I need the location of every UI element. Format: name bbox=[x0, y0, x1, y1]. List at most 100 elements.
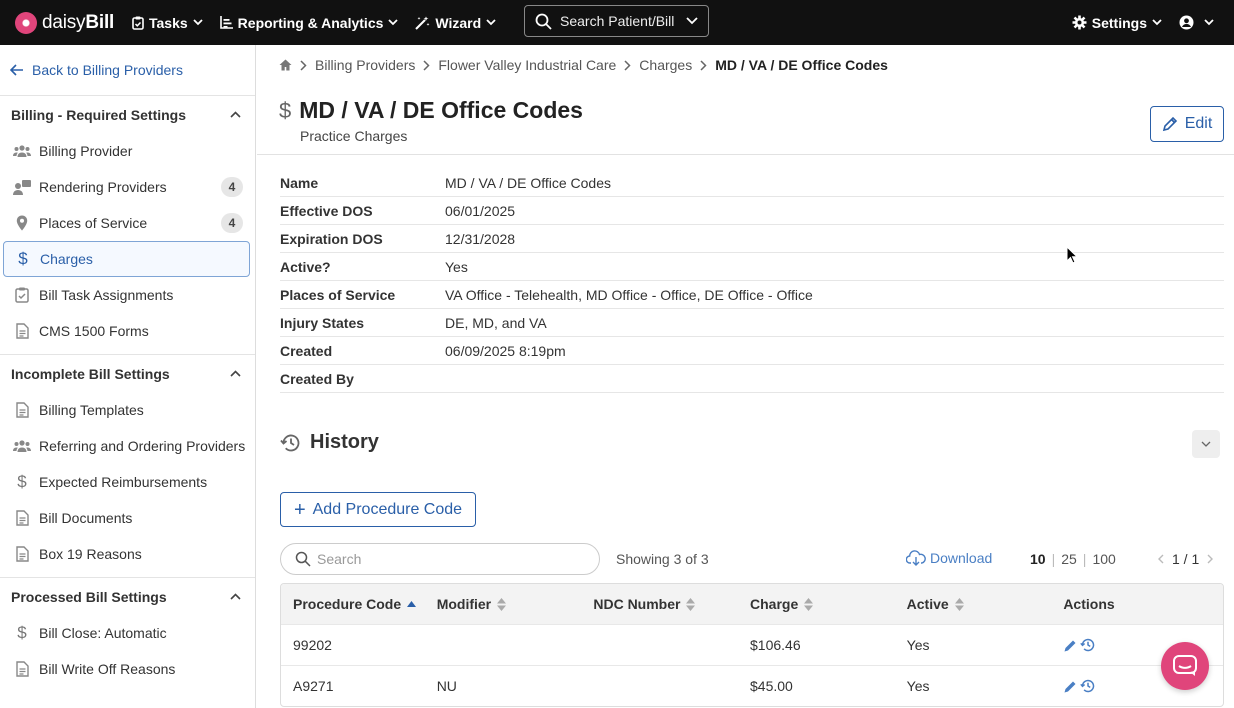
chevron-down-icon bbox=[486, 19, 496, 26]
chevron-right-icon bbox=[423, 59, 430, 71]
chevron-down-icon bbox=[1152, 19, 1162, 26]
add-procedure-code-button[interactable]: + Add Procedure Code bbox=[280, 492, 476, 527]
column-header-ndc-number[interactable]: NDC Number bbox=[593, 596, 750, 612]
sidebar-item-bill-task-assignments[interactable]: Bill Task Assignments bbox=[3, 277, 250, 313]
sidebar-item-bill-documents[interactable]: Bill Documents bbox=[3, 500, 250, 536]
page-title: MD / VA / DE Office Codes bbox=[299, 97, 583, 123]
sidebar-item-rendering-providers[interactable]: Rendering Providers 4 bbox=[3, 169, 250, 205]
chevron-left-icon[interactable] bbox=[1158, 554, 1164, 564]
sidebar-item-expected-reimbursements[interactable]: $ Expected Reimbursements bbox=[3, 464, 250, 500]
back-link-label: Back to Billing Providers bbox=[32, 62, 183, 78]
sidebar-item-billing-templates[interactable]: Billing Templates bbox=[3, 392, 250, 428]
sidebar-item-bill-write-off-reasons[interactable]: Bill Write Off Reasons bbox=[3, 651, 250, 687]
detail-key: Created bbox=[280, 342, 333, 359]
detail-value: 06/09/2025 8:19pm bbox=[445, 342, 566, 359]
home-icon[interactable] bbox=[279, 59, 292, 71]
page-subtitle: Practice Charges bbox=[300, 128, 408, 144]
users-icon bbox=[13, 144, 31, 158]
document-icon bbox=[13, 546, 31, 562]
sidebar: Back to Billing Providers Billing - Requ… bbox=[0, 45, 256, 708]
sidebar-item-charges[interactable]: $ Charges bbox=[3, 241, 250, 277]
page-size-100[interactable]: 100 bbox=[1086, 551, 1121, 567]
nav-wizard[interactable]: Wizard bbox=[415, 15, 496, 31]
brand-logo[interactable]: daisyBill bbox=[15, 11, 115, 34]
download-button[interactable]: Download bbox=[906, 550, 992, 566]
sidebar-item-label: Referring and Ordering Providers bbox=[39, 438, 246, 454]
sidebar-item-box-19-reasons[interactable]: Box 19 Reasons bbox=[3, 536, 250, 572]
dollar-icon: $ bbox=[17, 472, 27, 491]
chat-icon bbox=[1173, 655, 1197, 677]
detail-key: Active? bbox=[280, 258, 331, 275]
sidebar-item-label: Charges bbox=[40, 251, 93, 267]
column-header-charge[interactable]: Charge bbox=[750, 596, 907, 612]
chevron-right-icon[interactable] bbox=[1207, 554, 1214, 564]
section-title: Incomplete Bill Settings bbox=[11, 365, 170, 382]
sidebar-item-label: Box 19 Reasons bbox=[39, 546, 142, 562]
patient-bill-search[interactable]: Search Patient/Bill bbox=[524, 5, 709, 37]
map-pin-icon bbox=[13, 215, 31, 231]
chat-support-button[interactable] bbox=[1161, 642, 1209, 690]
nav-user-menu[interactable] bbox=[1179, 15, 1214, 30]
detail-row: Created 06/09/2025 8:19pm bbox=[280, 337, 1224, 365]
detail-row: Effective DOS 06/01/2025 bbox=[280, 197, 1224, 225]
breadcrumb-current: MD / VA / DE Office Codes bbox=[715, 57, 888, 73]
sidebar-item-label: CMS 1500 Forms bbox=[39, 323, 149, 339]
sidebar-item-label: Bill Documents bbox=[39, 510, 133, 526]
history-toggle-button[interactable] bbox=[1192, 430, 1220, 458]
document-icon bbox=[13, 323, 31, 339]
cell-active: Yes bbox=[906, 637, 930, 653]
search-icon bbox=[295, 551, 311, 567]
page-size-10[interactable]: 10 bbox=[1024, 551, 1052, 567]
nav-reporting-label: Reporting & Analytics bbox=[237, 14, 384, 31]
history-icon[interactable] bbox=[1080, 678, 1096, 694]
main-content: Billing Providers Flower Valley Industri… bbox=[257, 45, 1234, 708]
table-row: A9271 NU $45.00 Yes bbox=[281, 665, 1223, 706]
sidebar-item-bill-close-automatic[interactable]: $ Bill Close: Automatic bbox=[3, 615, 250, 651]
dollar-icon: $ bbox=[17, 623, 27, 642]
edit-button[interactable]: Edit bbox=[1150, 106, 1224, 142]
chevron-up-icon bbox=[230, 370, 241, 377]
column-header-modifier[interactable]: Modifier bbox=[437, 596, 594, 612]
page-size-selector: 10 | 25 | 100 bbox=[1024, 551, 1122, 567]
count-badge: 4 bbox=[221, 177, 243, 197]
cell-procedure-code: 99202 bbox=[293, 637, 332, 653]
section-billing-required[interactable]: Billing - Required Settings bbox=[0, 95, 255, 133]
arrow-left-icon bbox=[10, 64, 24, 76]
nav-reporting[interactable]: Reporting & Analytics bbox=[219, 14, 399, 31]
page-size-25[interactable]: 25 bbox=[1055, 551, 1083, 567]
plus-icon: + bbox=[293, 498, 306, 521]
breadcrumb-provider[interactable]: Flower Valley Industrial Care bbox=[438, 57, 616, 73]
breadcrumb-billing-providers[interactable]: Billing Providers bbox=[315, 57, 415, 73]
table-search-input[interactable] bbox=[317, 551, 577, 567]
mouse-cursor-icon bbox=[1066, 246, 1078, 264]
sidebar-item-cms-1500-forms[interactable]: CMS 1500 Forms bbox=[3, 313, 250, 349]
gear-icon bbox=[1072, 15, 1087, 30]
history-header: History bbox=[280, 431, 379, 454]
section-title: Processed Bill Settings bbox=[11, 588, 167, 605]
sidebar-item-referring-ordering-providers[interactable]: Referring and Ordering Providers bbox=[3, 428, 250, 464]
pencil-icon[interactable] bbox=[1063, 679, 1078, 694]
back-to-billing-providers-link[interactable]: Back to Billing Providers bbox=[0, 45, 255, 95]
pencil-icon[interactable] bbox=[1063, 638, 1078, 653]
chevron-right-icon bbox=[300, 59, 307, 71]
sidebar-item-billing-provider[interactable]: Billing Provider bbox=[3, 133, 250, 169]
section-incomplete-bill[interactable]: Incomplete Bill Settings bbox=[0, 354, 255, 392]
nav-tasks[interactable]: Tasks bbox=[132, 15, 203, 31]
history-icon[interactable] bbox=[1080, 637, 1096, 653]
nav-settings-label: Settings bbox=[1091, 14, 1147, 31]
nav-settings[interactable]: Settings bbox=[1072, 15, 1162, 31]
cell-procedure-code: A9271 bbox=[293, 678, 334, 694]
detail-row: Active? Yes bbox=[280, 253, 1224, 281]
divider bbox=[257, 154, 1234, 155]
column-header-active[interactable]: Active bbox=[907, 596, 1064, 612]
breadcrumb-charges[interactable]: Charges bbox=[639, 57, 692, 73]
sidebar-item-label: Rendering Providers bbox=[39, 179, 167, 195]
users-icon bbox=[13, 439, 31, 453]
sidebar-item-label: Bill Task Assignments bbox=[39, 287, 174, 303]
sidebar-item-places-of-service[interactable]: Places of Service 4 bbox=[3, 205, 250, 241]
table-search[interactable] bbox=[280, 543, 600, 575]
column-header-procedure-code[interactable]: Procedure Code bbox=[281, 596, 437, 612]
section-processed-bill[interactable]: Processed Bill Settings bbox=[0, 577, 255, 615]
chevron-right-icon bbox=[624, 59, 631, 71]
sort-ascending-icon bbox=[407, 601, 417, 607]
